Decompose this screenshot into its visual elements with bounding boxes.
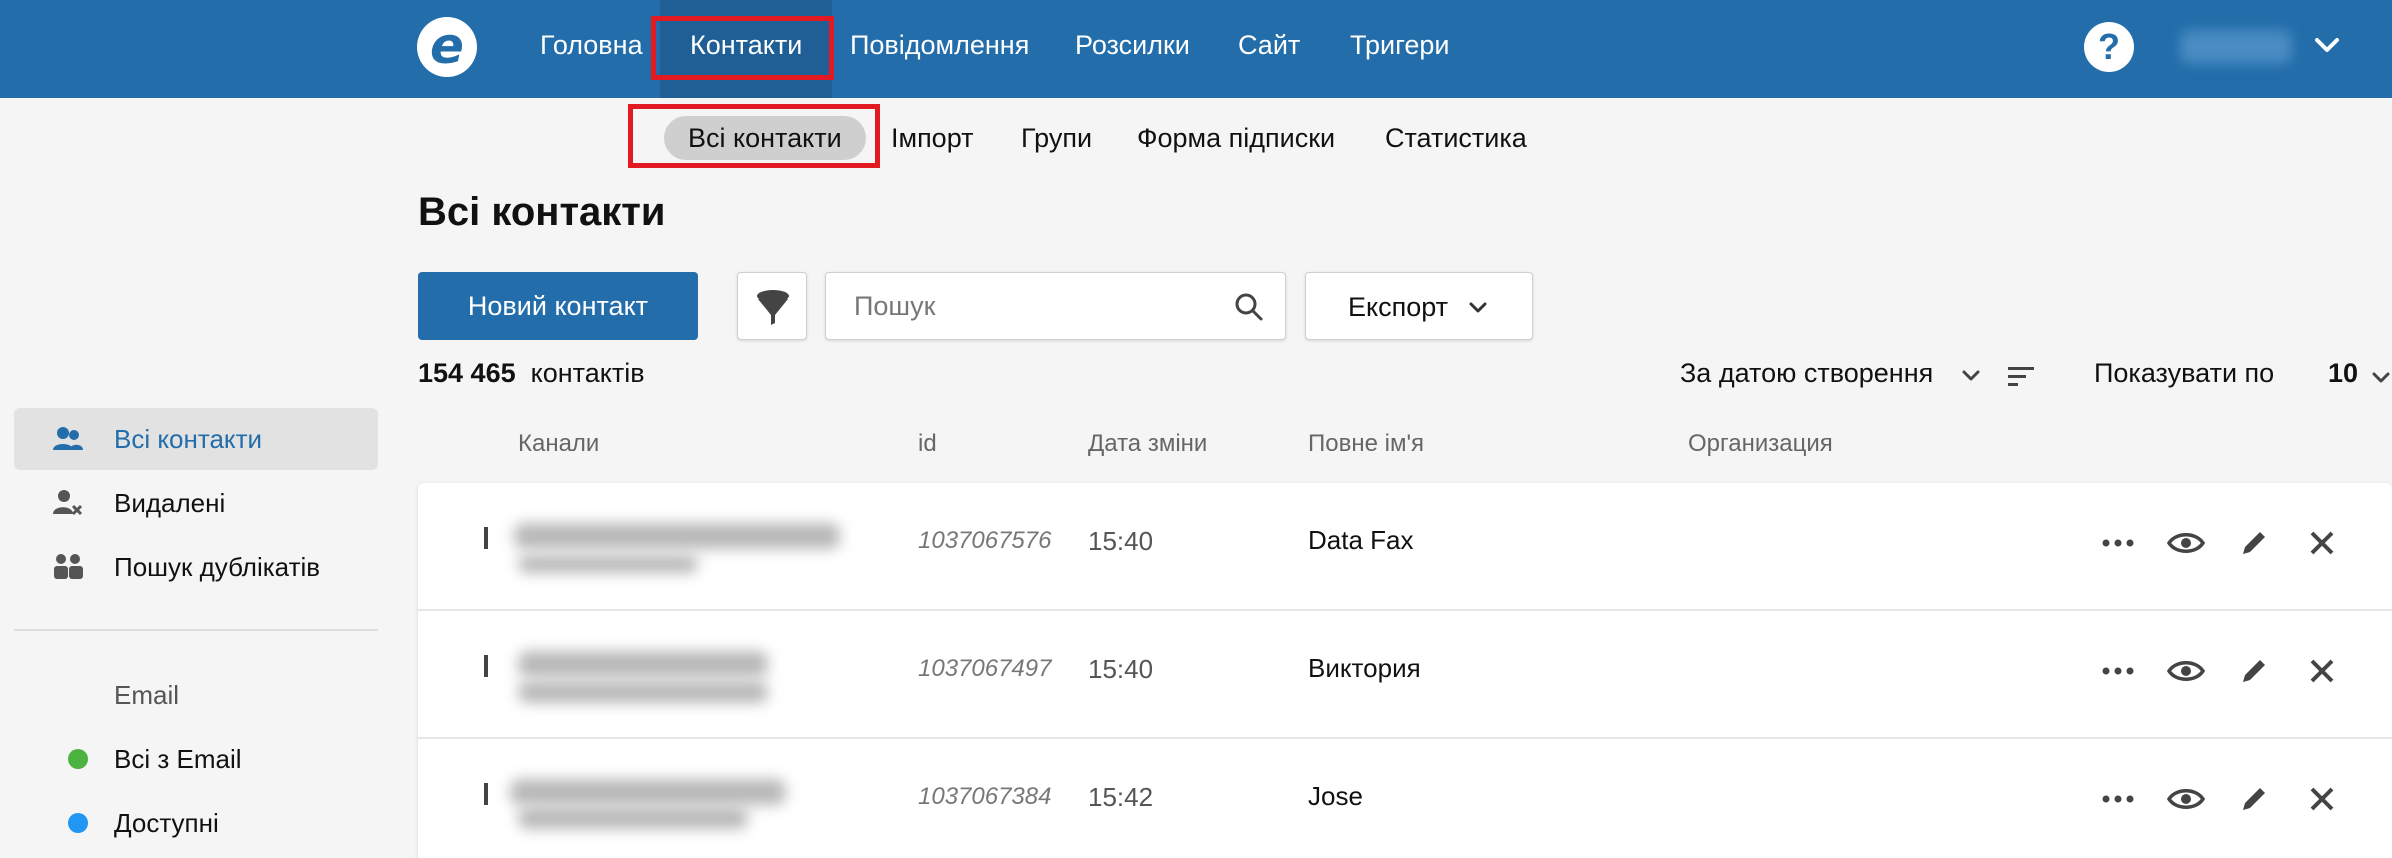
- per-page-label: Показувати по: [2094, 358, 2275, 388]
- contact-id: 1037067497: [918, 655, 1052, 682]
- contact-name[interactable]: Data Fax: [1308, 525, 1414, 556]
- export-label: Експорт: [1348, 292, 1449, 322]
- status-dot: [68, 813, 88, 833]
- contact-id: 1037067384: [918, 783, 1052, 810]
- nav-item-site[interactable]: Сайт: [1238, 0, 1300, 98]
- more-icon[interactable]: [2098, 651, 2138, 691]
- table-row[interactable]: 1037067497 15:40 Виктория: [418, 611, 2392, 739]
- sidebar-item-available[interactable]: Доступні: [14, 792, 378, 854]
- contacts-count-number: 154 465: [418, 358, 516, 388]
- channel-blurred: [518, 651, 768, 677]
- sidebar-item-deleted[interactable]: Видалені: [14, 472, 378, 534]
- chevron-down-icon[interactable]: [1960, 364, 1982, 386]
- contact-id: 1037067576: [918, 527, 1052, 554]
- filter-icon: [757, 290, 789, 325]
- column-header-full-name[interactable]: Повне ім'я: [1308, 430, 1424, 458]
- sidebar-item-all-with-email[interactable]: Всі з Email: [14, 728, 378, 790]
- logo-e-icon: e: [430, 17, 464, 75]
- chevron-down-icon: [1469, 302, 1487, 313]
- more-icon[interactable]: [2098, 523, 2138, 563]
- close-icon[interactable]: [2302, 779, 2342, 819]
- column-header-modified[interactable]: Дата зміни: [1088, 430, 1207, 458]
- channel-blurred: [510, 779, 786, 805]
- chevron-down-icon[interactable]: [2370, 366, 2392, 388]
- eye-icon[interactable]: [2166, 651, 2206, 691]
- duplicates-icon: [54, 554, 83, 579]
- new-contact-button[interactable]: Новий контакт: [418, 272, 698, 340]
- channel-blurred: [518, 555, 698, 573]
- contact-name[interactable]: Виктория: [1308, 653, 1421, 684]
- sidebar-divider: [14, 629, 378, 631]
- sidebar-item-all-contacts[interactable]: Всі контакти: [14, 408, 378, 470]
- more-icon[interactable]: [2098, 779, 2138, 819]
- column-header-organization[interactable]: Организация: [1688, 430, 1833, 458]
- subnav-import[interactable]: Імпорт: [891, 116, 974, 160]
- user-name-blurred[interactable]: [2180, 30, 2292, 64]
- page-title: Всі контакти: [418, 190, 666, 234]
- modified-time: 15:40: [1088, 654, 1154, 684]
- chevron-down-icon[interactable]: [2312, 30, 2342, 60]
- contacts-count: 154 465 контактів: [418, 358, 645, 389]
- search-input[interactable]: [826, 273, 1226, 339]
- per-page-select[interactable]: 10: [2328, 358, 2358, 389]
- help-icon[interactable]: ?: [2084, 22, 2134, 72]
- modified-time: 15:42: [1088, 782, 1154, 812]
- subnav-subscription-form[interactable]: Форма підписки: [1137, 116, 1335, 160]
- nav-item-contacts[interactable]: Контакти: [660, 0, 833, 98]
- top-navbar: e Головна Контакти Повідомлення Розсилки…: [0, 0, 2392, 98]
- subnav-statistics[interactable]: Статистика: [1385, 116, 1527, 160]
- pencil-icon[interactable]: [2234, 651, 2274, 691]
- channel-marker: [484, 527, 488, 549]
- channel-marker: [484, 783, 488, 805]
- eye-icon[interactable]: [2166, 779, 2206, 819]
- search-icon[interactable]: [1233, 291, 1265, 323]
- subnav-groups[interactable]: Групи: [1021, 116, 1092, 160]
- contact-name[interactable]: Jose: [1308, 781, 1363, 812]
- modified-time: 15:40: [1088, 526, 1154, 556]
- channel-blurred: [514, 523, 840, 549]
- status-dot: [68, 749, 88, 769]
- logo[interactable]: e: [417, 17, 477, 77]
- table-row[interactable]: 1037067576 15:40 Data Fax: [418, 483, 2392, 611]
- eye-icon[interactable]: [2166, 523, 2206, 563]
- table-row[interactable]: 1037067384 15:42 Jose: [418, 739, 2392, 858]
- users-icon: [53, 427, 83, 450]
- column-header-channels[interactable]: Канали: [518, 430, 599, 458]
- sidebar-item-label: Всі контакти: [114, 424, 263, 454]
- filter-button[interactable]: [737, 272, 807, 340]
- contacts-count-suffix: контактів: [530, 358, 645, 388]
- sidebar-email-heading: Email: [114, 680, 180, 710]
- sidebar-item-label: Всі з Email: [114, 744, 242, 774]
- close-icon[interactable]: [2302, 523, 2342, 563]
- column-header-id[interactable]: id: [918, 430, 937, 458]
- nav-item-messages[interactable]: Повідомлення: [850, 0, 1029, 98]
- search-box[interactable]: [825, 272, 1286, 340]
- pencil-icon[interactable]: [2234, 523, 2274, 563]
- nav-item-home[interactable]: Головна: [540, 0, 643, 98]
- sidebar-item-label: Пошук дублікатів: [114, 552, 321, 582]
- sidebar-item-label: Доступні: [114, 808, 219, 838]
- channel-blurred: [518, 681, 768, 703]
- close-icon[interactable]: [2302, 651, 2342, 691]
- sort-dropdown[interactable]: За датою створення: [1680, 358, 1933, 389]
- export-button[interactable]: Експорт: [1305, 272, 1533, 340]
- nav-item-campaigns[interactable]: Розсилки: [1075, 0, 1190, 98]
- pencil-icon[interactable]: [2234, 779, 2274, 819]
- channel-marker: [484, 655, 488, 677]
- user-remove-icon: [53, 490, 83, 516]
- sidebar-item-label: Видалені: [114, 488, 226, 518]
- subnav-all-contacts[interactable]: Всі контакти: [664, 116, 866, 160]
- sidebar-item-duplicates[interactable]: Пошук дублікатів: [14, 536, 378, 598]
- nav-item-triggers[interactable]: Тригери: [1350, 0, 1449, 98]
- contacts-table: 1037067576 15:40 Data Fax 1037067497 15:…: [418, 483, 2392, 858]
- sort-order-icon[interactable]: [2006, 364, 2036, 390]
- channel-blurred: [518, 807, 748, 829]
